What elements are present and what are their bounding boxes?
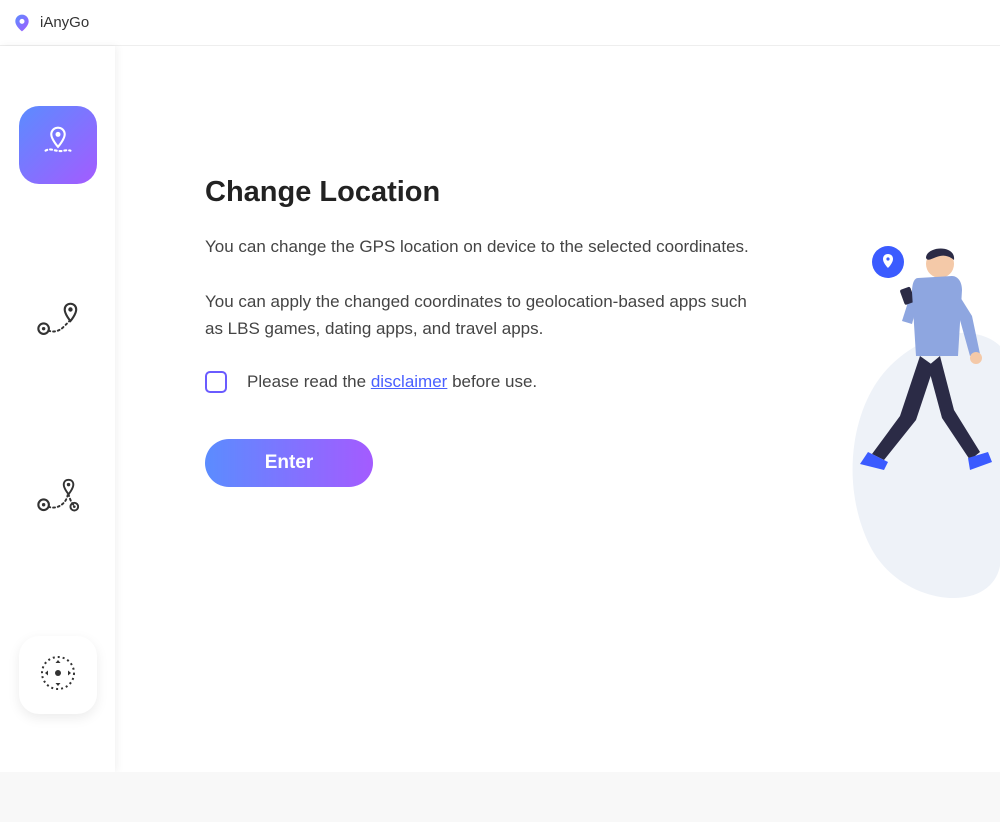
disclaimer-suffix: before use.: [447, 372, 537, 391]
disclaimer-checkbox[interactable]: [205, 371, 227, 393]
route-multi-icon: [32, 476, 84, 527]
bottom-strip: [0, 772, 1000, 822]
route-single-icon: [32, 298, 84, 349]
disclaimer-text: Please read the disclaimer before use.: [247, 372, 537, 392]
sidebar-item-change-location[interactable]: [19, 106, 97, 184]
enter-button-label: Enter: [265, 452, 314, 474]
enter-button[interactable]: Enter: [205, 439, 373, 487]
disclaimer-prefix: Please read the: [247, 372, 371, 391]
app-body: Change Location You can change the GPS l…: [0, 46, 1000, 772]
titlebar: iAnyGo: [0, 0, 1000, 46]
page-description-2: You can apply the changed coordinates to…: [205, 288, 765, 342]
page-description-1: You can change the GPS location on devic…: [205, 233, 765, 260]
app-logo-icon: [12, 13, 32, 33]
walking-person-illustration: [830, 206, 1000, 626]
sidebar-item-multi-spot[interactable]: [19, 462, 97, 540]
app-title: iAnyGo: [40, 14, 89, 31]
main-content: Change Location You can change the GPS l…: [115, 46, 1000, 772]
page-title: Change Location: [205, 176, 1000, 209]
map-pin-area-icon: [35, 120, 81, 171]
joystick-icon: [34, 649, 82, 702]
sidebar: [0, 46, 115, 772]
sidebar-item-joystick[interactable]: [19, 636, 97, 714]
sidebar-item-single-spot[interactable]: [19, 284, 97, 362]
disclaimer-link[interactable]: disclaimer: [371, 372, 448, 391]
